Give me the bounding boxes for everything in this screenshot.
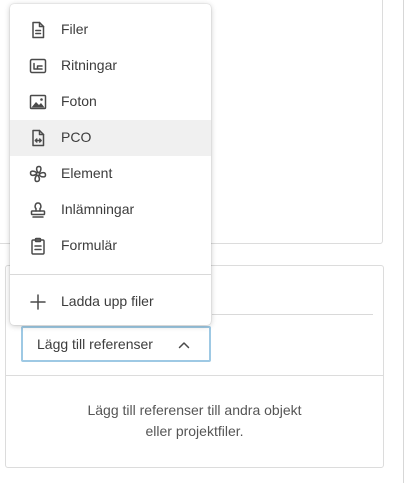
stamp-icon — [30, 202, 46, 218]
menu-item-files[interactable]: Filer — [10, 12, 211, 48]
scrollbar-edge — [403, 0, 404, 483]
menu-item-label: PCO — [61, 129, 92, 145]
menu-item-label: Formulär — [61, 237, 118, 253]
menu-item-elements[interactable]: Element — [10, 156, 211, 192]
photo-icon — [29, 94, 47, 110]
menu-item-label: Ladda upp filer — [61, 293, 154, 309]
drawing-icon — [29, 58, 47, 74]
empty-state-line-1: Lägg till referenser till andra objekt — [87, 402, 302, 418]
menu-item-label: Ritningar — [61, 57, 118, 73]
menu-item-label: Filer — [61, 21, 89, 37]
add-reference-dropdown-menu: Filer Ritningar Foton PCO Element Inlämn… — [10, 4, 211, 325]
menu-item-label: Element — [61, 165, 113, 181]
menu-item-upload-files[interactable]: Ladda upp filer — [10, 284, 211, 320]
chevron-up-icon — [178, 342, 190, 349]
menu-item-label: Inlämningar — [61, 201, 135, 217]
section-divider — [6, 375, 383, 376]
page: Lägg till referenser Lägg till referense… — [0, 0, 420, 483]
clipboard-icon — [31, 237, 45, 255]
fan-icon — [29, 165, 47, 183]
add-references-label: Lägg till referenser — [37, 336, 153, 352]
menu-item-pco[interactable]: PCO — [10, 120, 211, 156]
menu-item-forms[interactable]: Formulär — [10, 228, 211, 264]
plus-icon — [30, 294, 46, 310]
menu-item-submittals[interactable]: Inlämningar — [10, 192, 211, 228]
empty-state-line-2: eller projektfiler. — [145, 423, 244, 439]
empty-state-text: Lägg till referenser till andra objekt e… — [5, 400, 384, 442]
file-icon — [32, 21, 45, 39]
menu-item-drawings[interactable]: Ritningar — [10, 48, 211, 84]
menu-item-photos[interactable]: Foton — [10, 84, 211, 120]
menu-divider — [10, 274, 211, 275]
add-references-button[interactable]: Lägg till referenser — [21, 326, 211, 362]
menu-item-label: Foton — [61, 93, 97, 109]
header-divider — [212, 314, 373, 315]
pco-icon — [32, 129, 45, 147]
